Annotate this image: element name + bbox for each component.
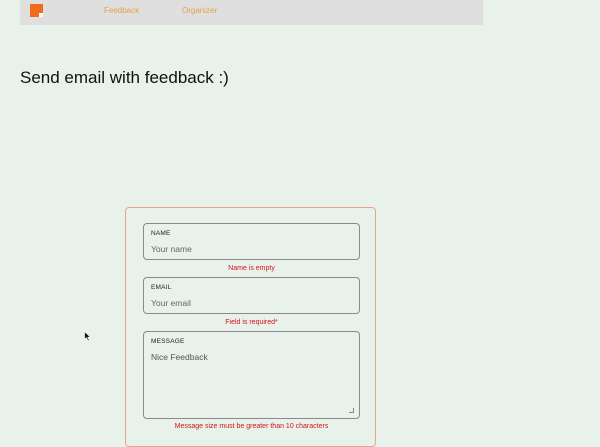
name-field-label: NAME <box>151 230 171 237</box>
message-error-message: Message size must be greater than 10 cha… <box>174 423 329 430</box>
nav-link-feedback[interactable]: Feedback <box>104 6 139 15</box>
resize-handle-icon[interactable] <box>349 408 354 413</box>
top-navbar: Feedback Organizer <box>20 0 483 25</box>
page-title: Send email with feedback :) <box>20 68 229 87</box>
email-field[interactable]: EMAIL <box>143 277 360 314</box>
email-field-label: EMAIL <box>151 284 172 291</box>
feedback-form: NAME Name is empty EMAIL Field is requir… <box>125 207 376 447</box>
message-textarea[interactable]: Nice Feedback <box>151 352 351 410</box>
name-input[interactable] <box>151 244 351 254</box>
name-error-message: Name is empty <box>228 265 275 272</box>
message-field[interactable]: MESSAGE Nice Feedback <box>143 331 360 419</box>
name-field[interactable]: NAME <box>143 223 360 260</box>
logo-icon[interactable] <box>30 4 43 17</box>
nav-link-organizer[interactable]: Organizer <box>182 6 217 15</box>
email-input[interactable] <box>151 298 351 308</box>
email-error-message: Field is required* <box>225 319 278 326</box>
message-field-label: MESSAGE <box>151 338 185 345</box>
